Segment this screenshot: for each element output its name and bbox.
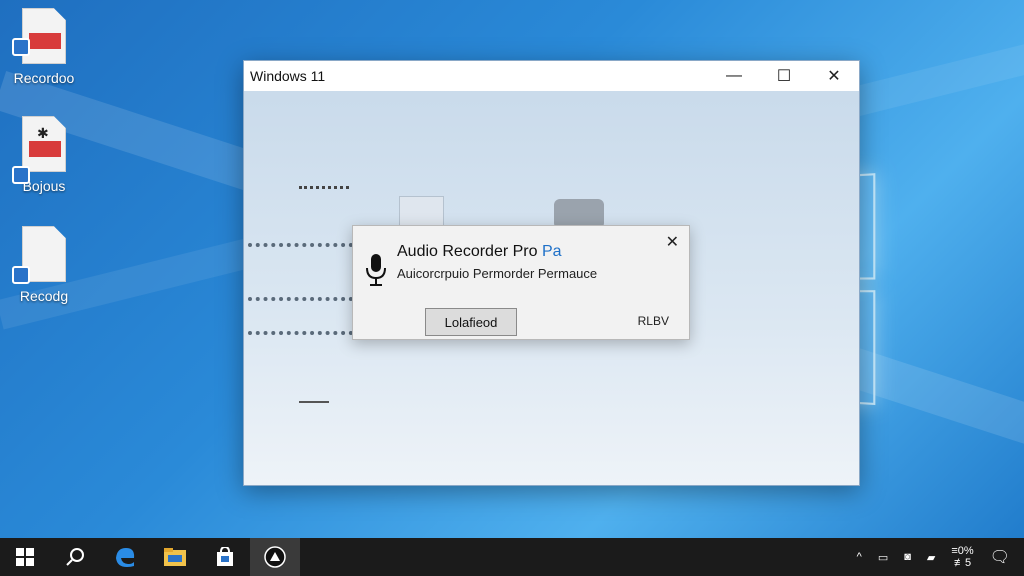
taskbar: ^ ▭ ◙ ▰ ≡0% ≢5 🗨 — [0, 538, 1024, 576]
start-icon — [16, 548, 34, 566]
app-button[interactable] — [250, 538, 300, 576]
search-button[interactable] — [50, 538, 100, 576]
microphone-icon — [363, 252, 389, 288]
search-icon — [65, 547, 85, 567]
waveform-decoration — [248, 243, 353, 247]
dialog-subtitle: Auicorcrpuio Permorder Permauce — [397, 266, 597, 281]
decorative-box — [399, 196, 444, 226]
app-icon — [264, 546, 286, 568]
store-icon — [215, 547, 235, 567]
file-explorer-button[interactable] — [150, 538, 200, 576]
clock-line2: ≢5 — [951, 557, 973, 569]
tray-clock[interactable]: ≡0% ≢5 — [951, 545, 973, 569]
document-icon — [22, 8, 66, 64]
start-button[interactable] — [0, 538, 50, 576]
window-title: Windows 11 — [250, 68, 709, 84]
system-tray: ^ ▭ ◙ ▰ ≡0% ≢5 🗨 — [849, 538, 1024, 576]
decorative-glyph — [299, 401, 329, 405]
store-button[interactable] — [200, 538, 250, 576]
notification-icon[interactable]: 🗨 — [990, 547, 1010, 567]
waveform-decoration — [248, 297, 353, 301]
dialog-title-accent: Pa — [542, 243, 562, 260]
close-button[interactable]: ✕ — [809, 61, 859, 91]
document-bug-icon: ✱ — [22, 116, 66, 172]
desktop-icon-recordoo[interactable]: Recordoo — [4, 8, 84, 86]
maximize-button[interactable]: ☐ — [759, 61, 809, 91]
network-icon[interactable]: ▭ — [878, 551, 888, 564]
desktop-icon-bojous[interactable]: ✱ Bojous — [4, 116, 84, 194]
edge-button[interactable] — [100, 538, 150, 576]
volume-icon[interactable]: ◙ — [904, 551, 911, 563]
desktop-icon-recodg[interactable]: Recodg — [4, 226, 84, 304]
shortcut-arrow-icon — [12, 266, 30, 284]
clock-line1: ≡0% — [951, 545, 973, 557]
waveform-decoration — [248, 331, 353, 335]
file-explorer-icon — [164, 548, 186, 566]
battery-icon[interactable]: ▰ — [927, 551, 935, 564]
desktop-icon-label: Recodg — [4, 288, 84, 304]
edge-icon — [114, 546, 136, 568]
shortcut-arrow-icon — [12, 38, 30, 56]
dialog-title: Audio Recorder Pro Pa — [397, 243, 562, 261]
window-titlebar[interactable]: Windows 11 — ☐ ✕ — [244, 61, 859, 91]
shortcut-arrow-icon — [12, 166, 30, 184]
desktop-icon-label: Recordoo — [4, 70, 84, 86]
audio-recorder-dialog[interactable]: ✕ Audio Recorder Pro Pa Auicorcrpuio Per… — [352, 225, 690, 340]
dialog-primary-button[interactable]: Lolafieod — [425, 308, 517, 336]
dialog-title-text: Audio Recorder Pro — [397, 243, 538, 260]
decorative-glyph — [299, 179, 349, 189]
minimize-button[interactable]: — — [709, 61, 759, 91]
dialog-close-button[interactable]: ✕ — [666, 232, 679, 252]
dialog-secondary-link[interactable]: RLBV — [638, 314, 669, 328]
tray-chevron-icon[interactable]: ^ — [857, 551, 862, 563]
